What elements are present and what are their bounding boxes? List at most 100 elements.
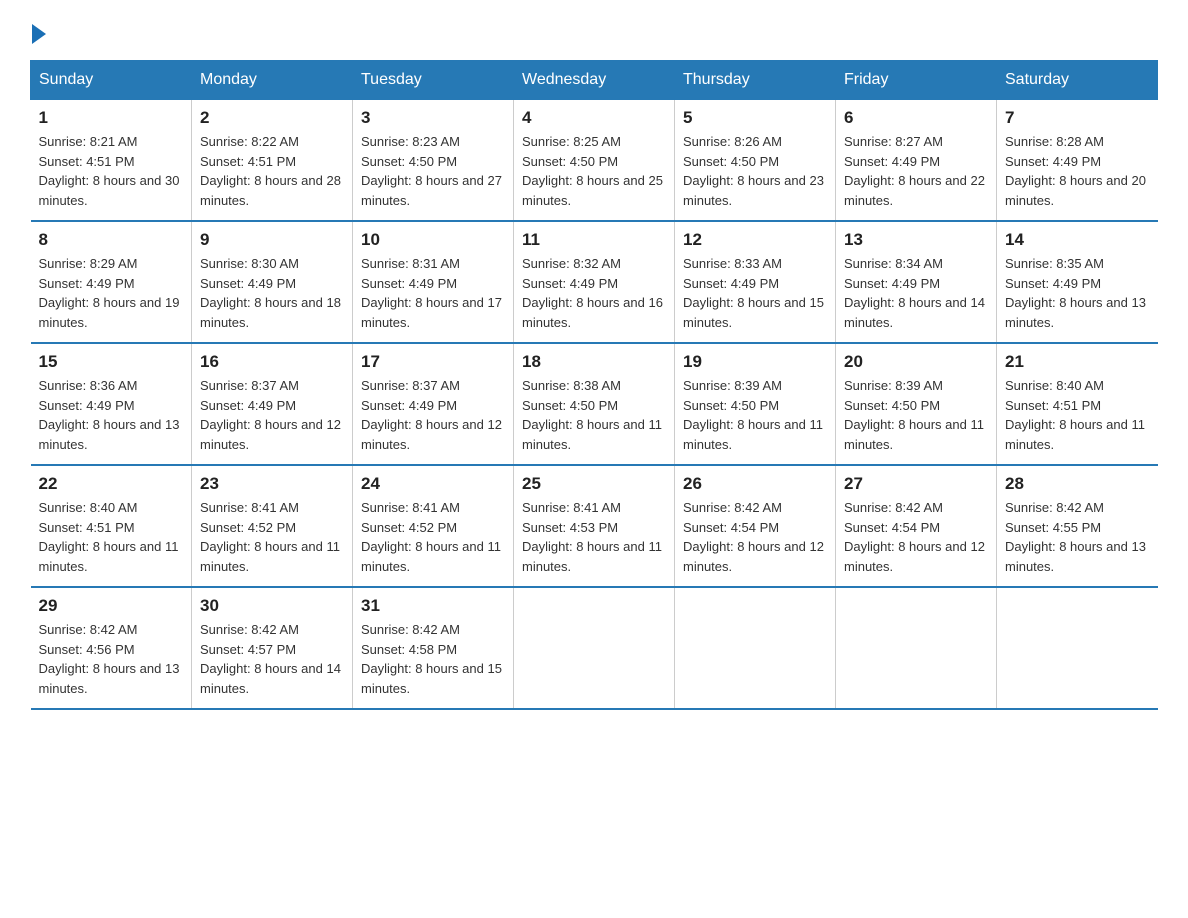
calendar-cell: 11Sunrise: 8:32 AMSunset: 4:49 PMDayligh… <box>514 221 675 343</box>
day-info: Sunrise: 8:41 AMSunset: 4:52 PMDaylight:… <box>200 500 340 574</box>
day-number: 7 <box>1005 108 1150 128</box>
calendar-table: SundayMondayTuesdayWednesdayThursdayFrid… <box>30 60 1158 710</box>
day-info: Sunrise: 8:42 AMSunset: 4:54 PMDaylight:… <box>844 500 985 574</box>
day-info: Sunrise: 8:41 AMSunset: 4:53 PMDaylight:… <box>522 500 662 574</box>
day-info: Sunrise: 8:30 AMSunset: 4:49 PMDaylight:… <box>200 256 341 330</box>
day-number: 19 <box>683 352 827 372</box>
logo <box>30 20 46 44</box>
calendar-cell <box>675 587 836 709</box>
calendar-cell: 16 Sunrise: 8:37 AMSunset: 4:49 PMDayligh… <box>192 343 353 465</box>
day-info: Sunrise: 8:36 AMSunset: 4:49 PMDaylight:… <box>39 378 180 452</box>
page-header <box>30 20 1158 44</box>
calendar-cell: 9 Sunrise: 8:30 AMSunset: 4:49 PMDaylight… <box>192 221 353 343</box>
header-wednesday: Wednesday <box>514 61 675 100</box>
day-number: 23 <box>200 474 344 494</box>
day-info: Sunrise: 8:35 AMSunset: 4:49 PMDaylight:… <box>1005 256 1146 330</box>
calendar-cell: 26 Sunrise: 8:42 AMSunset: 4:54 PMDayligh… <box>675 465 836 587</box>
day-number: 30 <box>200 596 344 616</box>
calendar-cell: 4 Sunrise: 8:25 AMSunset: 4:50 PMDaylight… <box>514 100 675 222</box>
day-number: 16 <box>200 352 344 372</box>
calendar-cell: 14 Sunrise: 8:35 AMSunset: 4:49 PMDayligh… <box>997 221 1158 343</box>
day-info: Sunrise: 8:42 AMSunset: 4:58 PMDaylight:… <box>361 622 502 696</box>
calendar-cell: 21Sunrise: 8:40 AMSunset: 4:51 PMDayligh… <box>997 343 1158 465</box>
day-info: Sunrise: 8:22 AMSunset: 4:51 PMDaylight:… <box>200 134 341 208</box>
day-number: 14 <box>1005 230 1150 250</box>
day-info: Sunrise: 8:41 AMSunset: 4:52 PMDaylight:… <box>361 500 501 574</box>
day-info: Sunrise: 8:31 AMSunset: 4:49 PMDaylight:… <box>361 256 502 330</box>
day-number: 27 <box>844 474 988 494</box>
calendar-cell: 3 Sunrise: 8:23 AMSunset: 4:50 PMDaylight… <box>353 100 514 222</box>
calendar-cell: 7 Sunrise: 8:28 AMSunset: 4:49 PMDaylight… <box>997 100 1158 222</box>
day-number: 18 <box>522 352 666 372</box>
day-info: Sunrise: 8:28 AMSunset: 4:49 PMDaylight:… <box>1005 134 1146 208</box>
calendar-cell: 2 Sunrise: 8:22 AMSunset: 4:51 PMDaylight… <box>192 100 353 222</box>
day-info: Sunrise: 8:40 AMSunset: 4:51 PMDaylight:… <box>39 500 179 574</box>
calendar-cell: 13 Sunrise: 8:34 AMSunset: 4:49 PMDayligh… <box>836 221 997 343</box>
day-number: 17 <box>361 352 505 372</box>
day-info: Sunrise: 8:23 AMSunset: 4:50 PMDaylight:… <box>361 134 502 208</box>
header-saturday: Saturday <box>997 61 1158 100</box>
calendar-header-row: SundayMondayTuesdayWednesdayThursdayFrid… <box>31 61 1158 100</box>
day-info: Sunrise: 8:38 AMSunset: 4:50 PMDaylight:… <box>522 378 662 452</box>
day-number: 4 <box>522 108 666 128</box>
calendar-cell: 24 Sunrise: 8:41 AMSunset: 4:52 PMDayligh… <box>353 465 514 587</box>
day-number: 13 <box>844 230 988 250</box>
calendar-cell: 22 Sunrise: 8:40 AMSunset: 4:51 PMDayligh… <box>31 465 192 587</box>
day-info: Sunrise: 8:39 AMSunset: 4:50 PMDaylight:… <box>844 378 984 452</box>
calendar-week-row: 15 Sunrise: 8:36 AMSunset: 4:49 PMDayligh… <box>31 343 1158 465</box>
calendar-cell: 19 Sunrise: 8:39 AMSunset: 4:50 PMDayligh… <box>675 343 836 465</box>
calendar-cell <box>997 587 1158 709</box>
calendar-cell <box>836 587 997 709</box>
day-number: 26 <box>683 474 827 494</box>
day-number: 2 <box>200 108 344 128</box>
calendar-cell: 12 Sunrise: 8:33 AMSunset: 4:49 PMDayligh… <box>675 221 836 343</box>
calendar-cell: 29 Sunrise: 8:42 AMSunset: 4:56 PMDayligh… <box>31 587 192 709</box>
calendar-cell: 20Sunrise: 8:39 AMSunset: 4:50 PMDayligh… <box>836 343 997 465</box>
day-info: Sunrise: 8:25 AMSunset: 4:50 PMDaylight:… <box>522 134 663 208</box>
day-number: 12 <box>683 230 827 250</box>
header-monday: Monday <box>192 61 353 100</box>
calendar-cell: 5Sunrise: 8:26 AMSunset: 4:50 PMDaylight… <box>675 100 836 222</box>
day-number: 3 <box>361 108 505 128</box>
day-number: 15 <box>39 352 184 372</box>
day-number: 21 <box>1005 352 1150 372</box>
day-info: Sunrise: 8:42 AMSunset: 4:56 PMDaylight:… <box>39 622 180 696</box>
day-number: 1 <box>39 108 184 128</box>
day-info: Sunrise: 8:42 AMSunset: 4:54 PMDaylight:… <box>683 500 824 574</box>
header-tuesday: Tuesday <box>353 61 514 100</box>
day-number: 6 <box>844 108 988 128</box>
day-number: 28 <box>1005 474 1150 494</box>
calendar-cell: 28Sunrise: 8:42 AMSunset: 4:55 PMDayligh… <box>997 465 1158 587</box>
day-info: Sunrise: 8:21 AMSunset: 4:51 PMDaylight:… <box>39 134 180 208</box>
calendar-cell: 23 Sunrise: 8:41 AMSunset: 4:52 PMDayligh… <box>192 465 353 587</box>
calendar-cell: 17 Sunrise: 8:37 AMSunset: 4:49 PMDayligh… <box>353 343 514 465</box>
logo-arrow-icon <box>32 24 46 44</box>
day-info: Sunrise: 8:37 AMSunset: 4:49 PMDaylight:… <box>200 378 341 452</box>
header-friday: Friday <box>836 61 997 100</box>
day-number: 8 <box>39 230 184 250</box>
day-info: Sunrise: 8:34 AMSunset: 4:49 PMDaylight:… <box>844 256 985 330</box>
calendar-cell: 1 Sunrise: 8:21 AMSunset: 4:51 PMDaylight… <box>31 100 192 222</box>
calendar-cell: 25Sunrise: 8:41 AMSunset: 4:53 PMDayligh… <box>514 465 675 587</box>
day-info: Sunrise: 8:33 AMSunset: 4:49 PMDaylight:… <box>683 256 824 330</box>
day-info: Sunrise: 8:32 AMSunset: 4:49 PMDaylight:… <box>522 256 663 330</box>
calendar-cell: 6 Sunrise: 8:27 AMSunset: 4:49 PMDaylight… <box>836 100 997 222</box>
calendar-cell: 27 Sunrise: 8:42 AMSunset: 4:54 PMDayligh… <box>836 465 997 587</box>
day-info: Sunrise: 8:26 AMSunset: 4:50 PMDaylight:… <box>683 134 824 208</box>
day-info: Sunrise: 8:29 AMSunset: 4:49 PMDaylight:… <box>39 256 180 330</box>
calendar-week-row: 22 Sunrise: 8:40 AMSunset: 4:51 PMDayligh… <box>31 465 1158 587</box>
day-info: Sunrise: 8:37 AMSunset: 4:49 PMDaylight:… <box>361 378 502 452</box>
day-number: 22 <box>39 474 184 494</box>
calendar-cell: 18 Sunrise: 8:38 AMSunset: 4:50 PMDayligh… <box>514 343 675 465</box>
day-info: Sunrise: 8:27 AMSunset: 4:49 PMDaylight:… <box>844 134 985 208</box>
day-info: Sunrise: 8:39 AMSunset: 4:50 PMDaylight:… <box>683 378 823 452</box>
day-number: 31 <box>361 596 505 616</box>
calendar-week-row: 1 Sunrise: 8:21 AMSunset: 4:51 PMDaylight… <box>31 100 1158 222</box>
day-number: 29 <box>39 596 184 616</box>
day-number: 24 <box>361 474 505 494</box>
calendar-cell: 30 Sunrise: 8:42 AMSunset: 4:57 PMDayligh… <box>192 587 353 709</box>
calendar-cell: 8 Sunrise: 8:29 AMSunset: 4:49 PMDaylight… <box>31 221 192 343</box>
day-number: 9 <box>200 230 344 250</box>
day-info: Sunrise: 8:42 AMSunset: 4:57 PMDaylight:… <box>200 622 341 696</box>
calendar-cell <box>514 587 675 709</box>
